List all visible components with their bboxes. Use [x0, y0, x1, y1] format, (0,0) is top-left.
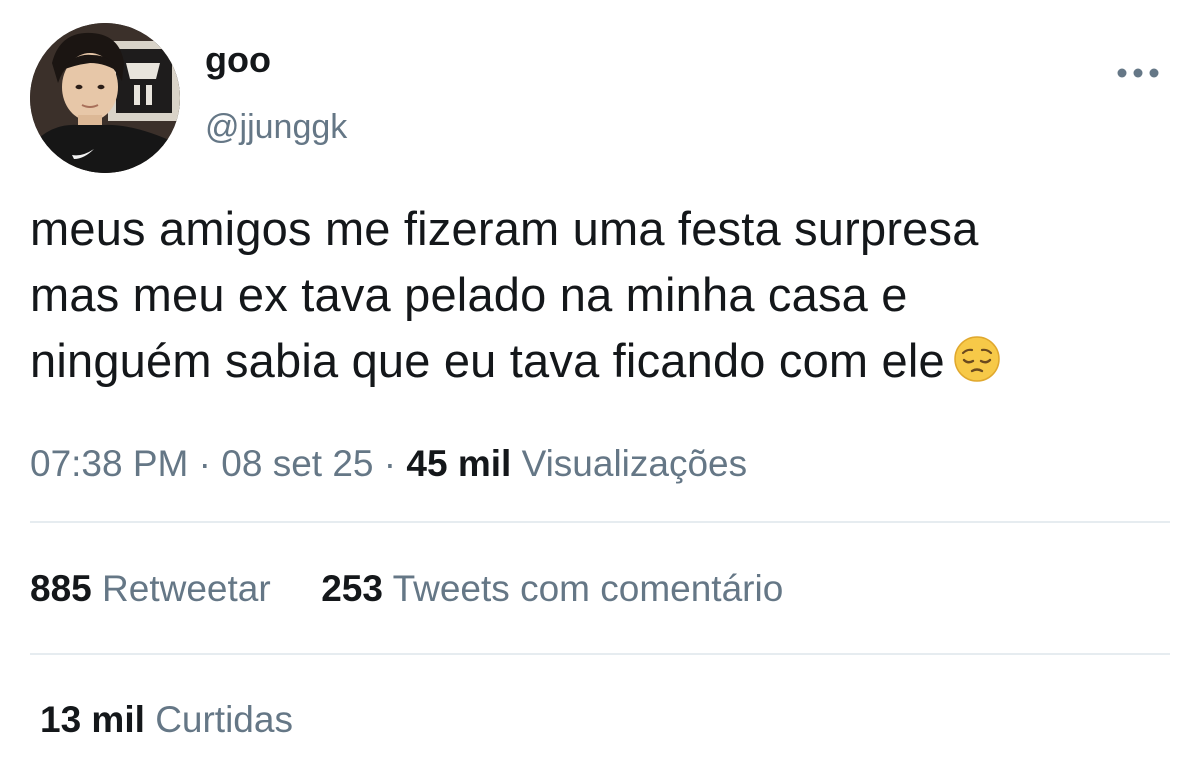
- tweet-text-segment: ninguém sabia que eu tava ficando com el…: [30, 334, 945, 387]
- divider: [30, 653, 1170, 655]
- likes-label: Curtidas: [155, 699, 293, 740]
- retweets-stat[interactable]: 885 Retweetar: [30, 568, 271, 609]
- meta-separator: ·: [198, 443, 211, 484]
- likes-count: 13 mil: [40, 699, 145, 740]
- tweet-text-line: ninguém sabia que eu tava ficando com el…: [30, 328, 1180, 400]
- tweet-meta: 07:38 PM · 08 set 25 · 45 mil Visualizaç…: [30, 440, 747, 488]
- quote-tweets-stat[interactable]: 253 Tweets com comentário: [321, 568, 783, 609]
- author-handle[interactable]: @jjunggk: [205, 106, 347, 148]
- divider: [30, 521, 1170, 523]
- avatar[interactable]: [30, 23, 180, 173]
- pensive-face-emoji-icon: [953, 334, 1001, 400]
- author-display-name[interactable]: goo: [205, 38, 271, 82]
- retweets-count: 885: [30, 568, 92, 609]
- profile-photo-icon: [30, 23, 180, 173]
- tweet-time[interactable]: 07:38 PM: [30, 443, 188, 484]
- tweet-text-line: meus amigos me fizeram uma festa surpres…: [30, 202, 979, 255]
- meta-separator: ·: [383, 443, 397, 484]
- views-label: Visualizações: [521, 443, 748, 484]
- more-horizontal-icon: [1117, 68, 1159, 78]
- tweet-date[interactable]: 08 set 25: [221, 443, 373, 484]
- likes-stat[interactable]: 13 mil Curtidas: [40, 696, 293, 744]
- retweets-label: Retweetar: [102, 568, 271, 609]
- quote-tweets-label: Tweets com comentário: [392, 568, 784, 609]
- views-count: 45 mil: [406, 443, 512, 484]
- tweet-stats: 885 Retweetar 253 Tweets com comentário: [30, 565, 783, 613]
- tweet-text: meus amigos me fizeram uma festa surpres…: [30, 196, 1180, 400]
- quote-tweets-count: 253: [321, 568, 383, 609]
- tweet-text-line: mas meu ex tava pelado na minha casa e: [30, 268, 908, 321]
- more-options-button[interactable]: [1110, 58, 1166, 88]
